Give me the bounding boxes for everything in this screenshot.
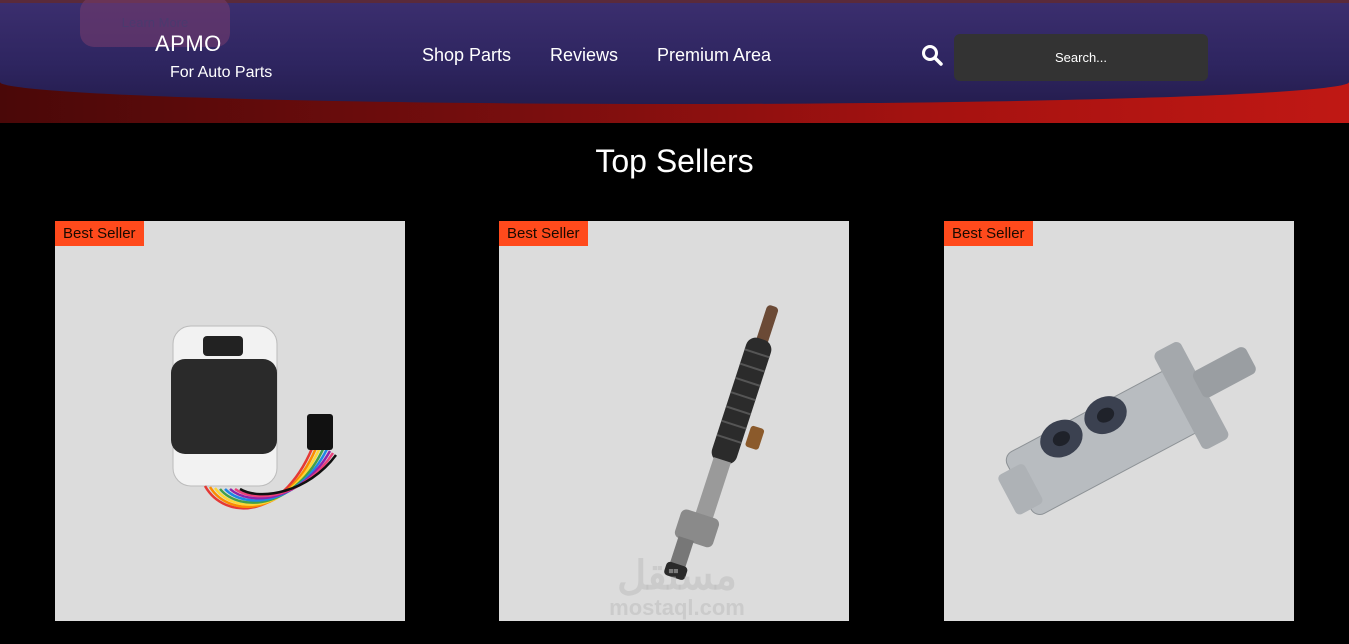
nav-shop-parts[interactable]: Shop Parts — [422, 45, 511, 66]
section-title: Top Sellers — [595, 143, 754, 179]
product-card-gps-tracker[interactable]: Best Seller — [55, 221, 405, 621]
site-header: Learn More APMO For Auto Parts Shop Part… — [0, 0, 1349, 104]
header-accent-band: Learn More APMO For Auto Parts Shop Part… — [0, 0, 1349, 123]
best-seller-badge: Best Seller — [944, 221, 1033, 246]
best-seller-badge: Best Seller — [499, 221, 588, 246]
product-card-brake-cylinder[interactable]: Best Seller — [944, 221, 1294, 621]
gps-tracker-image — [171, 325, 338, 510]
search-input[interactable] — [954, 34, 1208, 81]
nav-reviews[interactable]: Reviews — [550, 45, 618, 66]
search-icon[interactable] — [920, 43, 944, 67]
brand-subtitle: For Auto Parts — [170, 64, 273, 81]
best-seller-badge: Best Seller — [55, 221, 144, 246]
brand-title[interactable]: APMO — [155, 31, 222, 57]
product-card-steering-rack[interactable]: Best Seller — [499, 221, 849, 621]
steering-rack-image — [664, 305, 779, 580]
brake-cylinder-image — [998, 342, 1256, 515]
nav-premium-area[interactable]: Premium Area — [657, 45, 771, 66]
